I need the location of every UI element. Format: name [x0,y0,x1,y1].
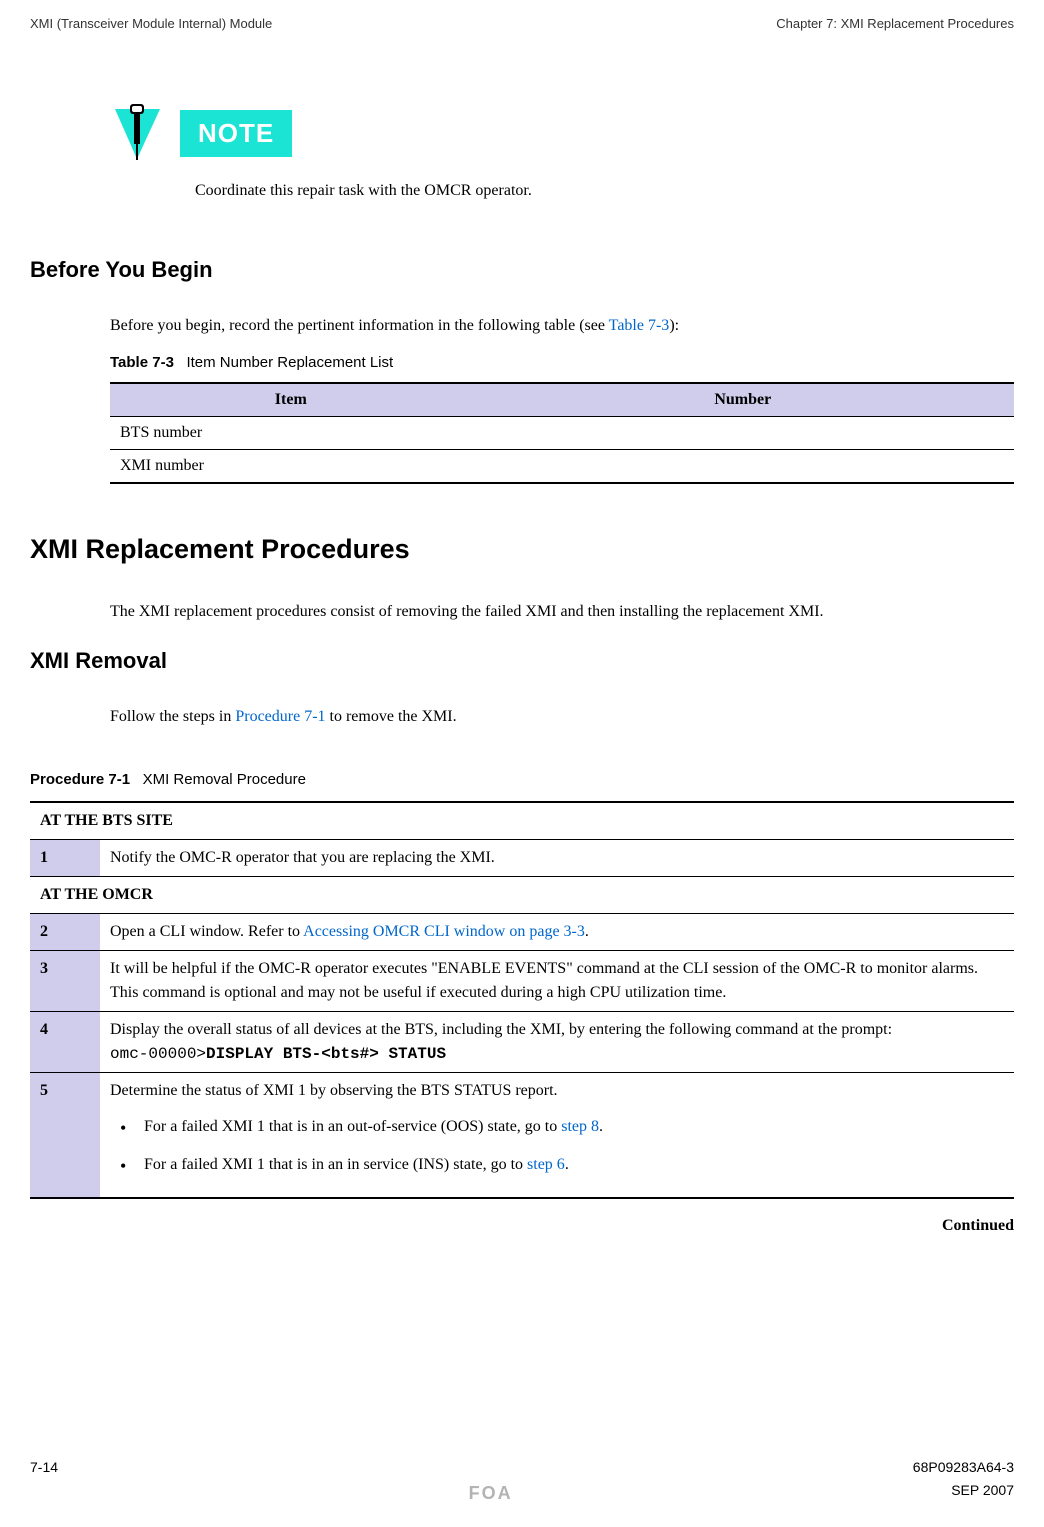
pushpin-icon [110,104,165,164]
caption-label: Procedure 7-1 [30,771,130,788]
table-row: 3 It will be helpful if the OMC-R operat… [30,951,1014,1012]
text: Follow the steps in [110,708,235,725]
note-callout: NOTE Coordinate this repair task with th… [110,104,1014,203]
table-row: 1 Notify the OMC-R operator that you are… [30,840,1014,877]
cell-item: BTS number [110,417,472,450]
text: For a failed XMI 1 that is in an out-of-… [144,1118,561,1135]
xmi-proc-intro: The XMI replacement procedures consist o… [110,600,1014,624]
table-row: 4 Display the overall status of all devi… [30,1012,1014,1073]
list-item: For a failed XMI 1 that is in an out-of-… [110,1115,1004,1139]
text: Display the overall status of all device… [110,1018,1004,1042]
before-begin-intro: Before you begin, record the pertinent i… [110,314,1014,338]
heading-before-you-begin: Before You Begin [30,253,1014,286]
heading-xmi-removal: XMI Removal [30,644,1014,677]
step-text: Display the overall status of all device… [100,1012,1014,1073]
text: Before you begin, record the pertinent i… [110,317,609,334]
step-number: 1 [30,840,100,877]
table-section-header: AT THE BTS SITE [30,802,1014,840]
cell-number [472,450,1014,484]
text: . [565,1156,569,1173]
step-text: It will be helpful if the OMC-R operator… [100,951,1014,1012]
text: . [585,923,589,940]
table-7-3-caption: Table 7-3 Item Number Replacement List [110,352,1014,375]
heading-xmi-replacement-procedures: XMI Replacement Procedures [30,529,1014,570]
cell-number [472,417,1014,450]
table-row: 5 Determine the status of XMI 1 by obser… [30,1073,1014,1199]
step-number: 4 [30,1012,100,1073]
cell-item: XMI number [110,450,472,484]
section-title: AT THE BTS SITE [30,802,1014,840]
table-section-header: AT THE OMCR [30,877,1014,914]
note-badge: NOTE [180,110,292,157]
procedure-table: AT THE BTS SITE 1 Notify the OMC-R opera… [30,801,1014,1199]
procedure-7-1-caption: Procedure 7-1 XMI Removal Procedure [30,769,1014,792]
continued-label: Continued [30,1214,1014,1238]
step-number: 5 [30,1073,100,1199]
text: Open a CLI window. Refer to [110,923,303,940]
section-title: AT THE OMCR [30,877,1014,914]
step-text: Notify the OMC-R operator that you are r… [100,840,1014,877]
table-row: 2 Open a CLI window. Refer to Accessing … [30,914,1014,951]
footer-doc-number: 68P09283A64-3 [913,1457,1014,1478]
text: . [599,1118,603,1135]
text: ): [669,317,679,334]
cli-prompt: omc-00000> [110,1045,206,1063]
table-row: BTS number [110,417,1014,450]
table-row: XMI number [110,450,1014,484]
footer-date: SEP 2007 [951,1480,1014,1507]
step-number: 2 [30,914,100,951]
footer-foa: FOA [469,1480,513,1507]
item-number-table: Item Number BTS number XMI number [110,382,1014,484]
link-accessing-omcr-cli[interactable]: Accessing OMCR CLI window on page 3-3 [303,923,585,940]
step-text: Determine the status of XMI 1 by observi… [100,1073,1014,1199]
link-step-8[interactable]: step 8 [561,1118,599,1135]
link-table-7-3[interactable]: Table 7-3 [609,317,670,334]
list-item: For a failed XMI 1 that is in an in serv… [110,1153,1004,1177]
page-footer: 7-14 68P09283A64-3 FOA SEP 2007 [30,1457,1014,1507]
footer-page-number: 7-14 [30,1457,58,1478]
link-procedure-7-1[interactable]: Procedure 7-1 [235,708,325,725]
link-step-6[interactable]: step 6 [527,1156,565,1173]
header-left: XMI (Transceiver Module Internal) Module [30,14,272,34]
page-header: XMI (Transceiver Module Internal) Module… [30,14,1014,34]
note-text: Coordinate this repair task with the OMC… [195,179,1014,203]
col-header-number: Number [472,383,1014,417]
step-number: 3 [30,951,100,1012]
note-graphic: NOTE [110,104,1014,164]
text: to remove the XMI. [326,708,457,725]
cli-command: DISPLAY BTS-<bts#> STATUS [206,1045,446,1063]
text: For a failed XMI 1 that is in an in serv… [144,1156,527,1173]
caption-title: XMI Removal Procedure [143,771,306,788]
bullet-list: For a failed XMI 1 that is in an out-of-… [110,1115,1004,1177]
xmi-removal-intro: Follow the steps in Procedure 7-1 to rem… [110,705,1014,729]
step-text: Open a CLI window. Refer to Accessing OM… [100,914,1014,951]
header-right: Chapter 7: XMI Replacement Procedures [776,14,1014,34]
col-header-item: Item [110,383,472,417]
caption-title: Item Number Replacement List [186,354,393,371]
text: Determine the status of XMI 1 by observi… [110,1079,1004,1103]
caption-label: Table 7-3 [110,354,174,371]
